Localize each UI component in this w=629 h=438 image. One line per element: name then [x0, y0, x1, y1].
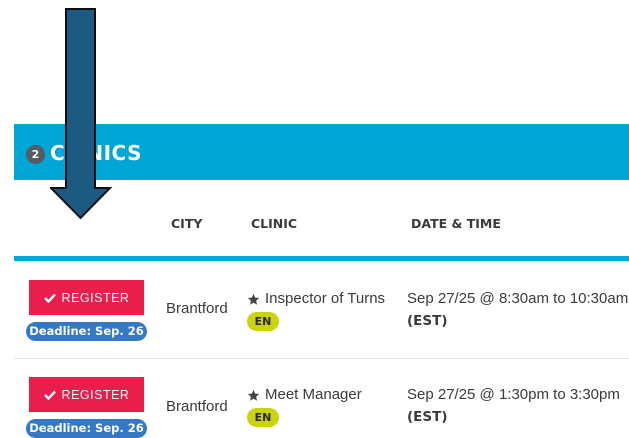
deadline-badge: Deadline: Sep. 26: [26, 322, 147, 341]
star-icon: [247, 293, 260, 305]
clinic-name: Meet Manager: [265, 386, 362, 403]
header-divider: [14, 256, 629, 261]
clinic-cell: Inspector of Turns: [247, 290, 385, 308]
language-badge: EN: [247, 312, 279, 331]
column-header-datetime: DATE & TIME: [411, 216, 501, 231]
deadline-badge: Deadline: Sep. 26: [26, 419, 147, 438]
column-header-clinic: CLINIC: [251, 216, 298, 231]
city-cell: Brantford: [166, 300, 228, 317]
datetime-cell: Sep 27/25 @ 1:30pm to 3:30pm: [407, 386, 620, 403]
language-badge: EN: [247, 408, 279, 427]
row-divider: [14, 358, 629, 359]
check-icon: [43, 390, 56, 400]
timezone-label: (EST): [407, 409, 448, 425]
clinic-cell: Meet Manager: [247, 386, 362, 404]
column-header-city: CITY: [171, 216, 203, 231]
register-button[interactable]: REGISTER: [29, 377, 144, 412]
down-arrow-icon: [50, 8, 112, 220]
timezone-label: (EST): [407, 313, 448, 329]
clinic-count-badge: 2: [26, 145, 45, 164]
register-label: REGISTER: [61, 290, 130, 305]
city-cell: Brantford: [166, 398, 228, 415]
star-icon: [247, 389, 260, 401]
check-icon: [43, 293, 56, 303]
datetime-cell: Sep 27/25 @ 8:30am to 10:30am: [407, 290, 629, 307]
clinic-name: Inspector of Turns: [265, 290, 386, 307]
register-label: REGISTER: [61, 387, 130, 402]
register-button[interactable]: REGISTER: [29, 280, 144, 315]
